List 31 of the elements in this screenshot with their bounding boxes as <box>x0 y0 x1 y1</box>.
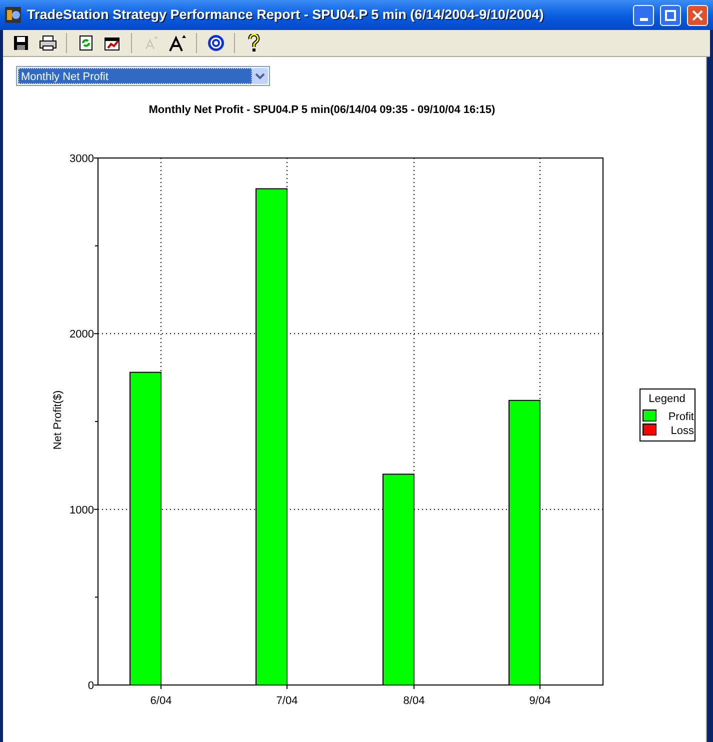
window-title: TradeStation Strategy Performance Report - SPU04.P 5 min (6/14/2004-9/10/2004) <box>27 6 545 24</box>
legend-label: Loss <box>670 425 694 437</box>
minimize-button[interactable] <box>633 4 654 26</box>
chart-window-icon <box>104 35 122 51</box>
chart-title: Monthly Net Profit - SPU04.P 5 min(06/14/04 09:35 - 09/10/04 16:15) <box>148 104 496 116</box>
save-icon <box>12 35 28 51</box>
legend-label: Profit <box>668 411 694 423</box>
maximize-icon <box>665 10 676 20</box>
help-icon <box>248 34 260 52</box>
y-tick-label: 2000 <box>70 328 94 341</box>
refresh-icon <box>78 35 94 51</box>
x-tick-label: 6/04 <box>150 695 172 707</box>
app-icon <box>5 7 21 23</box>
minimize-icon <box>640 18 648 20</box>
printer-icon <box>38 35 56 51</box>
x-tick-label: 9/04 <box>529 695 551 707</box>
y-tick-label: 1000 <box>70 504 94 516</box>
x-tick-label: 7/04 <box>276 695 298 707</box>
maximize-button[interactable] <box>660 4 681 26</box>
dropdown-value: Monthly Net Profit <box>18 68 252 84</box>
x-tick-label: 8/04 <box>403 695 425 707</box>
close-button[interactable] <box>687 4 708 26</box>
font-larger-icon <box>168 34 186 52</box>
close-icon <box>692 10 703 20</box>
target-icon <box>206 34 224 52</box>
y-axis-label: Net Profit($) <box>52 390 64 450</box>
report-dropdown[interactable]: Monthly Net Profit <box>16 66 270 86</box>
y-tick-label: 0 <box>88 680 94 692</box>
y-tick-label: 3000 <box>70 153 94 165</box>
legend-title: Legend <box>648 393 686 405</box>
font-smaller-icon <box>142 35 158 51</box>
